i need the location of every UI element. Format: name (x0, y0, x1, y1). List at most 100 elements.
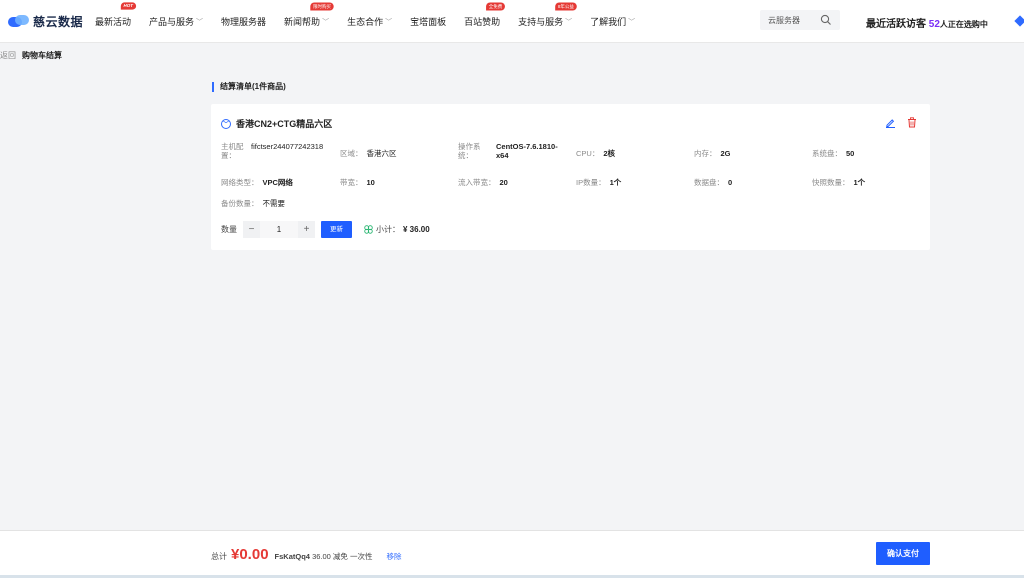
coupon-code: FsKatQq4 (274, 552, 310, 561)
hot-badge: HOT (121, 2, 137, 10)
spec-key: 操作系统： (458, 142, 481, 160)
nav-label: 生态合作 (347, 17, 384, 27)
edit-icon[interactable] (885, 117, 896, 128)
total-amount: ¥0.00 (231, 546, 269, 563)
item-title-row[interactable]: ﹀ 香港CN2+CTG精品六区 (221, 117, 332, 130)
checkout-footer: 总计 ¥0.00 FsKatQq4 36.00 减免 一次性 移除 确认支付 (0, 530, 1024, 578)
spec-key: 区域： (340, 149, 363, 158)
nav-item-support[interactable]: 支持与服务 ﹀ 8年公益 (518, 2, 577, 28)
quantity-stepper: − 1 + (243, 221, 315, 238)
nav-label: 新闻帮助 (284, 17, 321, 27)
logo-text: 慈云数据 (33, 15, 84, 29)
nav-item-physical-server[interactable]: 物理服务器 (221, 15, 266, 28)
top-header: 慈云数据 最新活动 HOT 产品与服务 ﹀ 物理服务器 新闻帮助 ﹀ 限时购买 … (0, 0, 1024, 43)
search-placeholder: 云服务器 (768, 15, 800, 25)
spec-data-disk: 数据盘： 0 (694, 178, 732, 187)
spec-key: 内存： (694, 149, 717, 158)
free-badge: 全免费 (486, 2, 506, 11)
search-icon[interactable] (820, 14, 832, 26)
nav-label: 最新活动 (95, 17, 132, 27)
chevron-down-icon: ﹀ (196, 18, 204, 26)
visitors-prefix: 最近活跃访客 (866, 19, 926, 30)
spec-value: 50 (846, 149, 855, 158)
search-input[interactable]: 云服务器 (760, 10, 840, 30)
spec-value: 1个 (609, 178, 622, 187)
quantity-row: 数量 − 1 + 更新 小计： ¥ 36.00 (221, 221, 430, 238)
spec-value: 2G (720, 149, 731, 158)
spec-backup-count: 备份数量： 不需要 (221, 199, 285, 208)
spec-system-disk: 系统盘： 50 (812, 149, 854, 158)
diamond-icon[interactable] (1014, 15, 1024, 27)
logo-icon (8, 14, 30, 29)
collapse-chevron-icon[interactable]: ﹀ (221, 118, 231, 129)
spec-snapshot-count: 快照数量： 1个 (812, 178, 865, 187)
coupon-info: FsKatQq4 36.00 减免 一次性 (275, 551, 373, 562)
spec-value: 10 (366, 178, 375, 187)
nav-item-about[interactable]: 了解我们 ﹀ (590, 15, 635, 28)
cart-item-card: ﹀ 香港CN2+CTG精品六区 主机配置： fifctser2440772423… (211, 104, 930, 250)
main-nav: 最新活动 HOT 产品与服务 ﹀ 物理服务器 新闻帮助 ﹀ 限时购买 生态合作 … (95, 0, 653, 43)
total-summary: 总计 ¥0.00 FsKatQq4 36.00 减免 一次性 移除 (211, 546, 402, 563)
subtotal-amount: ¥ 36.00 (403, 225, 430, 234)
spec-key: 快照数量： (812, 178, 850, 187)
spec-value: VPC网络 (262, 178, 293, 187)
section-title: 结算清单(1件商品) (212, 82, 286, 92)
chevron-down-icon: ﹀ (565, 18, 573, 26)
remove-coupon-link[interactable]: 移除 (387, 551, 402, 562)
delete-icon[interactable] (907, 117, 917, 128)
back-link[interactable]: 返回 (0, 50, 16, 61)
nav-label: 物理服务器 (221, 17, 267, 27)
spec-value: CentOS-7.6.1810-x64 (496, 142, 558, 160)
total-label: 总计 (211, 552, 227, 561)
coupon-text: 36.00 减免 一次性 (312, 552, 373, 561)
spec-network-type: 网络类型： VPC网络 (221, 178, 293, 187)
spec-value: 不需要 (262, 199, 286, 208)
confirm-payment-button[interactable]: 确认支付 (876, 542, 930, 565)
spec-inbound-bandwidth: 流入带宽： 20 (458, 178, 508, 187)
spec-region: 区域： 香港六区 (340, 149, 397, 158)
item-title: 香港CN2+CTG精品六区 (236, 119, 333, 129)
nav-item-ecosystem[interactable]: 生态合作 ﹀ (347, 15, 392, 28)
spec-key: 数据盘： (694, 178, 724, 187)
spec-os: 操作系统： CentOS-7.6.1810-x64 (458, 142, 562, 160)
spec-value: 0 (728, 178, 733, 187)
spec-key: IP数量： (576, 178, 606, 187)
active-visitors: 最近活跃访客 52人正在选购中 (866, 15, 988, 30)
spec-key: 网络类型： (221, 178, 259, 187)
nav-label: 宝塔面板 (410, 17, 447, 27)
logo[interactable]: 慈云数据 (8, 13, 83, 30)
nav-item-sponsorship[interactable]: 百站赞助 全免费 (464, 2, 506, 28)
nav-label: 产品与服务 (149, 17, 195, 27)
subtotal-label: 小计： (376, 225, 400, 234)
chevron-down-icon: ﹀ (628, 18, 636, 26)
increment-button[interactable]: + (298, 221, 315, 238)
chevron-down-icon: ﹀ (322, 18, 330, 26)
spec-bandwidth: 带宽： 10 (340, 178, 375, 187)
spec-host-config: 主机配置： fifctser244077242318 (221, 142, 323, 160)
spec-key: 系统盘： (812, 149, 842, 158)
visitors-suffix: 人正在选购中 (939, 20, 988, 29)
update-button[interactable]: 更新 (321, 221, 352, 238)
quantity-label: 数量 (221, 225, 237, 234)
spec-value: 20 (499, 178, 508, 187)
nav-label: 了解我们 (590, 17, 627, 27)
spec-cpu: CPU： 2核 (576, 149, 615, 158)
nav-item-bt-panel[interactable]: 宝塔面板 (410, 15, 446, 28)
nav-label: 百站赞助 (464, 17, 501, 27)
nav-item-products[interactable]: 产品与服务 ﹀ (149, 15, 203, 28)
spec-key: CPU： (576, 149, 600, 158)
spec-key: 流入带宽： (458, 178, 496, 187)
page-title: 购物车结算 (22, 51, 62, 60)
spec-key: 带宽： (340, 178, 363, 187)
decrement-button[interactable]: − (243, 221, 260, 238)
spec-key: 备份数量： (221, 199, 259, 208)
breadcrumb: 返回 购物车结算 (0, 50, 62, 61)
charity-badge: 8年公益 (555, 2, 577, 11)
visitors-count: 52 (928, 19, 940, 30)
nav-item-latest-activity[interactable]: 最新活动 HOT (95, 2, 137, 28)
spec-value: fifctser244077242318 (251, 142, 324, 151)
quantity-input[interactable]: 1 (260, 221, 298, 238)
spec-key: 主机配置： (221, 142, 244, 160)
spec-value: 香港六区 (366, 149, 397, 158)
nav-item-news-help[interactable]: 新闻帮助 ﹀ 限时购买 (284, 2, 334, 28)
